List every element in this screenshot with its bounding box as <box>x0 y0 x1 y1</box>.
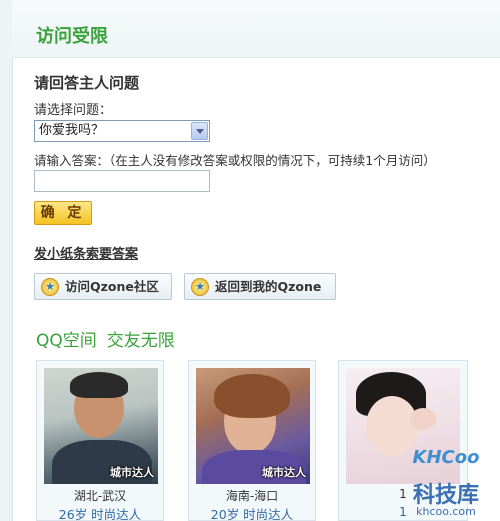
visit-community-label: 访问Qzone社区 <box>65 279 159 294</box>
promo-title-2: 交友无限 <box>106 331 175 351</box>
select-question-label: 请选择问题： <box>34 103 113 118</box>
answer-input[interactable] <box>34 170 210 192</box>
selected-question: 你爱我吗？ <box>39 123 105 138</box>
chevron-down-icon[interactable] <box>191 122 208 140</box>
user-location: 湖北-武汉 <box>73 489 127 503</box>
back-to-my-qzone-button[interactable]: ★ 返回到我的Qzone <box>184 273 336 300</box>
user-card[interactable]: 城市达人 湖北-武汉 26岁 时尚达人 <box>36 360 164 521</box>
question-section-title: 请回答主人问题 <box>34 74 140 92</box>
answer-label: 请输入答案：（在主人没有修改答案或权限的情况下，可持续1个月访问） <box>34 153 436 168</box>
user-photo[interactable]: 城市达人 <box>44 368 158 484</box>
confirm-button[interactable]: 确 定 <box>34 201 92 225</box>
promo-title: QQ空间 交友无限 <box>36 326 175 351</box>
promo-title-1: QQ空间 <box>36 331 97 351</box>
user-card[interactable]: 城市达人 海南-海口 20岁 时尚达人 <box>188 360 316 521</box>
send-note-link[interactable]: 发小纸条索要答案 <box>34 243 138 262</box>
back-to-my-qzone-label: 返回到我的Qzone <box>215 279 322 294</box>
user-info[interactable]: 20岁 时尚达人 <box>189 504 315 521</box>
visit-community-button[interactable]: ★ 访问Qzone社区 <box>34 273 172 300</box>
qzone-star-icon: ★ <box>191 278 209 296</box>
city-badge: 城市达人 <box>110 466 154 479</box>
site-watermark: KHCoo 科技库 khcoo.com <box>396 441 496 521</box>
user-photo[interactable]: 城市达人 <box>196 368 310 484</box>
qzone-star-icon: ★ <box>41 278 59 296</box>
watermark-brand: KHCoo <box>412 447 480 468</box>
user-location: 海南-海口 <box>225 489 279 503</box>
watermark-url: khcoo.com <box>416 505 476 518</box>
user-info[interactable]: 26岁 时尚达人 <box>37 504 163 521</box>
page-title: 访问受限 <box>36 26 108 47</box>
city-badge: 城市达人 <box>262 466 306 479</box>
question-select[interactable]: 你爱我吗？ <box>34 120 210 142</box>
